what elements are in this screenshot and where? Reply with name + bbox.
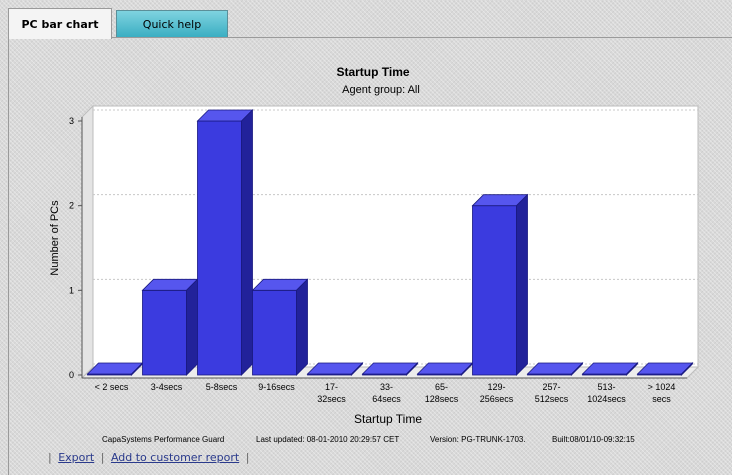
- footer-last-updated: Last updated: 08-01-2010 20:29:57 CET: [256, 435, 399, 444]
- x-axis-label: Startup Time: [354, 412, 422, 426]
- x-tick-label: 33-: [380, 382, 393, 392]
- link-separator: |: [48, 451, 52, 464]
- x-tick-label: 17-: [325, 382, 338, 392]
- footer-links: | Export | Add to customer report |: [45, 451, 252, 464]
- x-tick-label: 5-8secs: [206, 382, 238, 392]
- x-tick-label: 64secs: [372, 394, 401, 404]
- x-tick-label: 256secs: [480, 394, 514, 404]
- footer-product: CapaSystems Performance Guard: [102, 435, 224, 444]
- x-tick-label: > 1024: [648, 382, 676, 392]
- x-tick-label: 257-: [542, 382, 560, 392]
- y-tick-label: 0: [69, 370, 74, 380]
- plot-area: 0 1 2 3 < 2 secs 3-4secs 5-8secs 9-16secs 17- 32s…: [69, 104, 700, 404]
- tab-pc-bar-chart[interactable]: PC bar chart: [8, 8, 112, 39]
- x-tick-label: secs: [652, 394, 671, 404]
- y-tick-label: 2: [69, 201, 74, 211]
- x-tick-label: 513-: [597, 382, 615, 392]
- x-tick-label: 512secs: [535, 394, 569, 404]
- x-tick-label: 9-16secs: [258, 382, 295, 392]
- plot-side-wall: [81, 104, 94, 380]
- x-tick-label: 128secs: [425, 394, 459, 404]
- x-tick-label: 3-4secs: [151, 382, 183, 392]
- footer-built: Built:08/01/10-09:32:15: [552, 435, 635, 444]
- y-tick-label: 3: [69, 116, 74, 126]
- bar-side: [241, 109, 253, 376]
- x-tick-label: 32secs: [317, 394, 346, 404]
- bar: [252, 289, 297, 376]
- bar-side: [516, 193, 528, 376]
- x-tick-label: 129-: [487, 382, 505, 392]
- x-tick-label: 65-: [435, 382, 448, 392]
- bar: [142, 289, 187, 376]
- y-axis-label: Number of PCs: [49, 200, 61, 276]
- bar: [472, 205, 517, 376]
- bar: [197, 120, 242, 376]
- chart-subtitle: Agent group: All: [342, 84, 420, 96]
- x-tick-label: 1024secs: [587, 394, 626, 404]
- bar-chart: Startup Time Agent group: All Number of …: [49, 65, 700, 444]
- link-separator: |: [100, 451, 105, 464]
- add-to-customer-report-link[interactable]: Add to customer report: [111, 451, 239, 464]
- chart-title: Startup Time: [336, 65, 409, 79]
- bar-side: [296, 278, 308, 376]
- bar-side: [186, 278, 198, 376]
- export-link[interactable]: Export: [58, 451, 94, 464]
- link-separator: |: [245, 451, 250, 464]
- y-tick-label: 1: [69, 285, 74, 295]
- x-tick-label: < 2 secs: [95, 382, 129, 392]
- footer-version: Version: PG-TRUNK-1703.: [430, 435, 526, 444]
